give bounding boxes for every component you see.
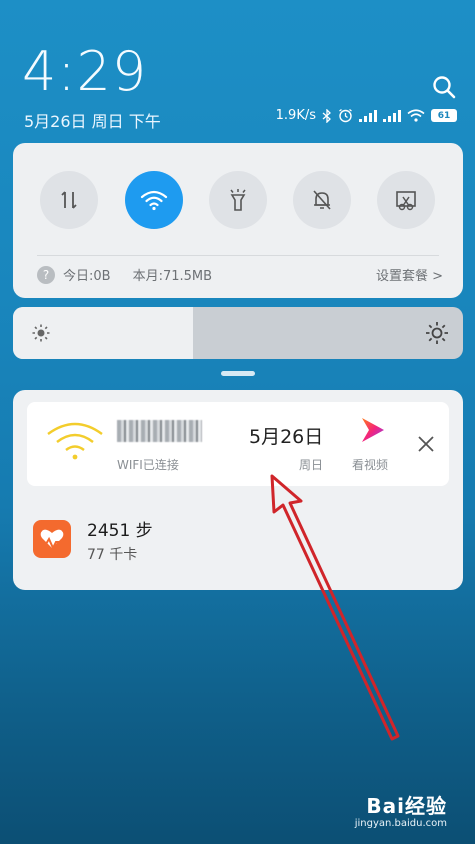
flashlight-toggle[interactable] [209,171,267,229]
wifi-toggle[interactable] [125,171,183,229]
baidu-watermark: Bai经验 [366,794,447,818]
signal-icon-sim1 [359,109,377,122]
brightness-low-icon [32,324,50,342]
watch-video-label[interactable]: 看视频 [352,456,388,473]
alarm-icon [339,108,352,123]
wifi-yellow-icon [47,422,103,460]
notification-date: 5月26日 [249,426,324,448]
help-icon[interactable]: ? [37,265,55,284]
flashlight-icon [230,189,246,211]
bluetooth-icon [322,108,331,123]
clock-time: 4:29 [22,40,148,103]
date-line: 5月26日 周日 下午 [24,112,161,131]
calories-burned: 77 千卡 [87,547,138,563]
screenshot-icon [396,191,416,211]
data-usage-row: ? 今日:0B 本月:71.5MB 设置套餐 > [37,265,443,284]
battery-icon: 61 [431,109,457,122]
notification-weekday: 周日 [299,458,324,472]
mobile-data-toggle[interactable] [40,171,98,229]
mute-toggle[interactable] [293,171,351,229]
video-app-icon[interactable] [359,415,387,445]
brightness-slider[interactable] [13,307,463,359]
mobile-data-icon [61,191,77,209]
wifi-icon [140,190,168,211]
qs-divider [37,255,439,256]
wifi-status-text: WIFI已连接 [117,458,179,472]
data-usage-month: 本月:71.5MB [132,269,213,284]
notifications-panel: WIFI已连接 5月26日 周日 看视频 2451 步 77 千卡 [13,390,463,590]
brightness-high-icon [426,322,448,344]
wifi-status-icon [407,109,425,122]
panel-drag-handle[interactable] [221,371,255,376]
data-usage-today: 今日:0B [63,269,111,284]
status-bar: 1.9K/s 61 [276,108,457,123]
baidu-watermark-url: jingyan.baidu.com [354,818,447,829]
wifi-ssid-redacted [117,420,202,442]
signal-icon-sim2 [383,109,401,122]
close-icon[interactable] [417,435,435,453]
set-plan-link[interactable]: 设置套餐 > [376,265,443,284]
net-speed: 1.9K/s [275,108,316,123]
health-app-icon[interactable] [33,520,71,558]
wifi-notification[interactable]: WIFI已连接 5月26日 周日 看视频 [27,402,449,486]
quick-settings-panel: ? 今日:0B 本月:71.5MB 设置套餐 > [13,143,463,298]
screenshot-toggle[interactable] [377,171,435,229]
steps-count: 2451 步 [87,521,153,541]
search-icon[interactable] [431,74,457,100]
bell-off-icon [313,190,331,210]
